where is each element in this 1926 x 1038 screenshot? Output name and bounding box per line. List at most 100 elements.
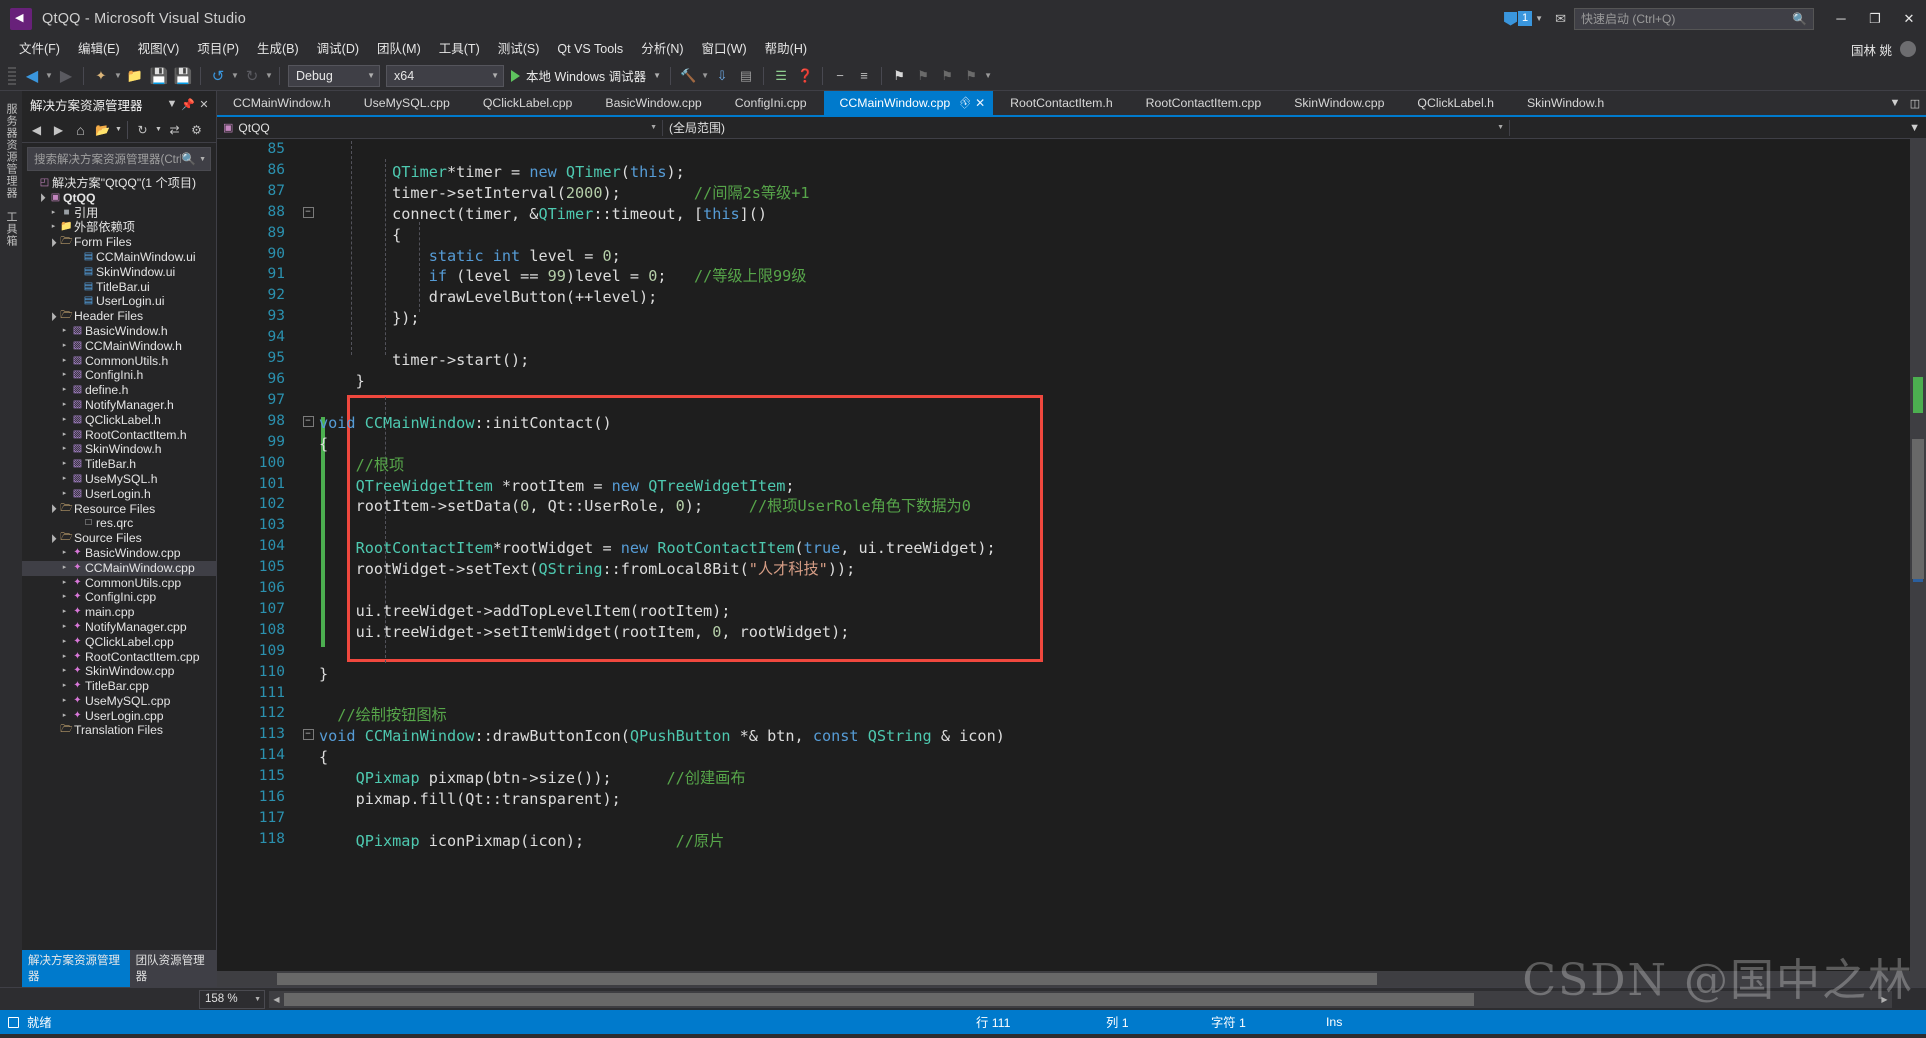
code-line[interactable]: 101 QTreeWidgetItem *rootItem = new QTre… bbox=[239, 476, 1005, 497]
tree-item[interactable]: ▤ CCMainWindow.ui bbox=[22, 250, 216, 265]
code-line-text[interactable]: QPixmap iconPixmap(icon); //原片 bbox=[319, 831, 1005, 852]
code-line-text[interactable] bbox=[319, 517, 1005, 538]
code-line-text[interactable] bbox=[319, 685, 1005, 706]
hscroll-track[interactable] bbox=[284, 991, 1877, 1008]
toolbar-overflow-icon[interactable]: ▼ bbox=[983, 71, 993, 80]
fold-margin[interactable]: − bbox=[297, 413, 319, 434]
fold-collapse-icon[interactable]: − bbox=[302, 729, 314, 741]
tree-item[interactable]: ▧BasicWindow.h bbox=[22, 324, 216, 339]
menu-tools[interactable]: 工具(T) bbox=[430, 38, 489, 60]
code-line[interactable]: 97 bbox=[239, 392, 1005, 413]
code-editor[interactable]: 85 86 QTimer*timer = new QTimer(this); 87… bbox=[217, 139, 1926, 971]
properties-icon[interactable]: ⚙ bbox=[186, 119, 207, 140]
close-button[interactable]: ✕ bbox=[1892, 0, 1926, 37]
editor-tab[interactable]: CCMainWindow.h bbox=[217, 91, 348, 115]
fold-margin[interactable] bbox=[297, 831, 319, 852]
editor-tab[interactable]: RootContactItem.cpp bbox=[1130, 91, 1279, 115]
tree-item[interactable]: ✦CCMainWindow.cpp bbox=[22, 560, 216, 576]
code-line[interactable]: 98 − void CCMainWindow::initContact() bbox=[239, 413, 1005, 434]
chevron-collapsed-icon[interactable] bbox=[59, 635, 70, 650]
chevron-expanded-icon[interactable] bbox=[48, 501, 59, 517]
tree-item[interactable]: ✦UseMySQL.cpp bbox=[22, 694, 216, 709]
code-line-text[interactable]: connect(timer, &QTimer::timeout, [this](… bbox=[319, 204, 1005, 225]
tree-item[interactable]: ▧TitleBar.h bbox=[22, 457, 216, 472]
solution-tree[interactable]: ◰解决方案"QtQQ"(1 个项目)▣QtQQ■引用📁外部依赖项🗁Form Fi… bbox=[22, 174, 216, 965]
chevron-collapsed-icon[interactable] bbox=[59, 487, 70, 502]
chevron-collapsed-icon[interactable] bbox=[59, 383, 70, 398]
chevron-collapsed-icon[interactable] bbox=[59, 546, 70, 561]
scrollbar-thumb[interactable] bbox=[1912, 439, 1924, 579]
chevron-collapsed-icon[interactable] bbox=[59, 605, 70, 620]
navbar-expand-icon[interactable]: ▼ bbox=[1909, 122, 1926, 134]
code-line-text[interactable]: rootItem->setData(0, Qt::UserRole, 0); /… bbox=[319, 496, 1005, 517]
minus-icon[interactable]: − bbox=[828, 64, 852, 88]
fold-margin[interactable] bbox=[297, 287, 319, 308]
tree-item[interactable]: ✦SkinWindow.cpp bbox=[22, 664, 216, 679]
equals-icon[interactable]: ≡ bbox=[852, 64, 876, 88]
indicator-margin[interactable] bbox=[217, 139, 239, 971]
code-line-text[interactable]: } bbox=[319, 664, 1005, 685]
code-line[interactable]: 118 QPixmap iconPixmap(icon); //原片 bbox=[239, 831, 1005, 852]
menu-view[interactable]: 视图(V) bbox=[129, 38, 189, 60]
vertical-tab-toolbox[interactable]: 工具箱 bbox=[0, 205, 22, 253]
menu-analyze[interactable]: 分析(N) bbox=[632, 38, 692, 60]
code-line-text[interactable]: static int level = 0; bbox=[319, 246, 1005, 267]
zoom-level-combo[interactable]: 158 % ▼ bbox=[199, 989, 265, 1009]
code-line-text[interactable]: void CCMainWindow::drawButtonIcon(QPushB… bbox=[319, 726, 1005, 747]
code-line-text[interactable] bbox=[319, 141, 1005, 162]
chevron-collapsed-icon[interactable] bbox=[59, 398, 70, 413]
solution-configuration-combo[interactable]: Debug ▼ bbox=[288, 64, 380, 87]
editor-tab[interactable]: SkinWindow.cpp bbox=[1278, 91, 1402, 115]
code-line[interactable]: 109 bbox=[239, 643, 1005, 664]
tree-item[interactable]: 🗁Resource Files bbox=[22, 502, 216, 517]
code-line-text[interactable] bbox=[319, 810, 1005, 831]
chevron-expanded-icon[interactable] bbox=[37, 190, 48, 206]
fold-margin[interactable] bbox=[297, 559, 319, 580]
window-icon[interactable]: ▤ bbox=[734, 64, 758, 88]
code-line-text[interactable]: //根项 bbox=[319, 455, 1005, 476]
tree-item[interactable]: ✦QClickLabel.cpp bbox=[22, 635, 216, 650]
chevron-down-icon[interactable]: ▼ bbox=[164, 98, 180, 110]
triangle-right-icon[interactable]: ▶ bbox=[1877, 995, 1892, 1004]
refresh-icon[interactable]: ↻ bbox=[132, 119, 153, 140]
tree-item[interactable]: 🗁 Translation Files bbox=[22, 723, 216, 738]
fold-margin[interactable] bbox=[297, 455, 319, 476]
editor-tab[interactable]: BasicWindow.cpp bbox=[589, 91, 719, 115]
code-text-surface[interactable]: 85 86 QTimer*timer = new QTimer(this); 87… bbox=[239, 139, 1910, 971]
tree-item[interactable]: ✦CommonUtils.cpp bbox=[22, 576, 216, 591]
chevron-collapsed-icon[interactable] bbox=[59, 339, 70, 354]
code-line[interactable]: 103 bbox=[239, 517, 1005, 538]
home-icon[interactable]: ⌂ bbox=[70, 119, 91, 140]
step-into-icon[interactable]: ⇩ bbox=[710, 64, 734, 88]
tree-item[interactable]: ▣QtQQ bbox=[22, 191, 216, 206]
tree-item[interactable]: ◰ 解决方案"QtQQ"(1 个项目) bbox=[22, 176, 216, 191]
tree-item[interactable]: ✦TitleBar.cpp bbox=[22, 679, 216, 694]
code-line[interactable]: 110} bbox=[239, 664, 1005, 685]
hammer-icon[interactable]: 🔨 bbox=[676, 64, 700, 88]
fold-margin[interactable] bbox=[297, 183, 319, 204]
editor-vertical-scrollbar[interactable] bbox=[1910, 139, 1926, 971]
code-line-text[interactable] bbox=[319, 392, 1005, 413]
fold-margin[interactable] bbox=[297, 685, 319, 706]
code-line[interactable]: 89 { bbox=[239, 225, 1005, 246]
code-line-text[interactable]: ui.treeWidget->setItemWidget(rootItem, 0… bbox=[319, 622, 1005, 643]
code-line[interactable]: 91 if (level == 99)level = 0; //等级上限99级 bbox=[239, 266, 1005, 287]
fold-margin[interactable] bbox=[297, 162, 319, 183]
tree-item[interactable]: ▧QClickLabel.h bbox=[22, 413, 216, 428]
show-all-files-icon[interactable]: 📂 bbox=[92, 119, 113, 140]
code-line-text[interactable] bbox=[319, 329, 1005, 350]
chevron-collapsed-icon[interactable] bbox=[59, 664, 70, 679]
chevron-collapsed-icon[interactable] bbox=[59, 590, 70, 605]
editor-horizontal-scrollbar-row[interactable] bbox=[217, 971, 1926, 987]
fold-margin[interactable] bbox=[297, 434, 319, 455]
pin-icon[interactable]: 📌 bbox=[180, 98, 196, 111]
fold-collapse-icon[interactable]: − bbox=[302, 415, 314, 427]
tree-item[interactable]: ▧UserLogin.h bbox=[22, 487, 216, 502]
editor-hscroll-thumb[interactable] bbox=[277, 973, 1377, 985]
code-line[interactable]: 107 ui.treeWidget->addTopLevelItem(rootI… bbox=[239, 601, 1005, 622]
code-line[interactable]: 105 rootWidget->setText(QString::fromLoc… bbox=[239, 559, 1005, 580]
pin-icon[interactable]: ⎘ bbox=[957, 95, 973, 110]
code-line-text[interactable]: rootWidget->setText(QString::fromLocal8B… bbox=[319, 559, 1005, 580]
undo-dropdown-icon[interactable]: ▼ bbox=[230, 71, 240, 80]
menu-help[interactable]: 帮助(H) bbox=[756, 38, 816, 60]
